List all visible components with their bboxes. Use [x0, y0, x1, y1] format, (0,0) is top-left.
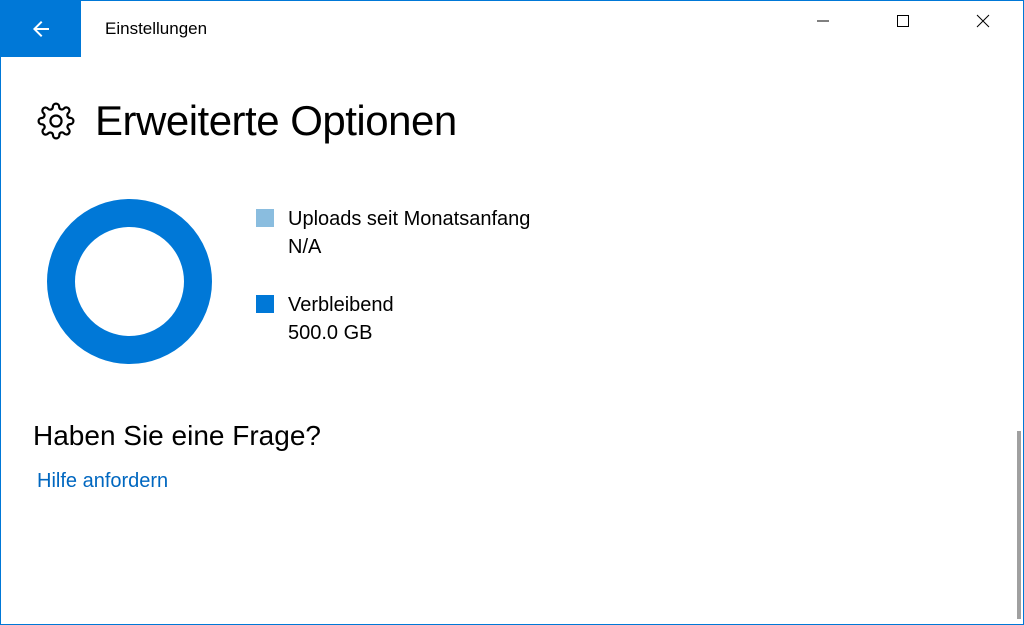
close-button[interactable]: [943, 1, 1023, 41]
maximize-button[interactable]: [863, 1, 943, 41]
minimize-icon: [816, 14, 830, 28]
help-link[interactable]: Hilfe anfordern: [37, 470, 987, 493]
help-heading: Haben Sie eine Frage?: [33, 420, 987, 452]
usage-section: Uploads seit Monatsanfang N/A Verbleiben…: [47, 199, 987, 364]
window-title: Einstellungen: [105, 19, 207, 39]
swatch-remaining: [256, 295, 274, 313]
window-controls: [783, 1, 1023, 41]
uploads-label: Uploads seit Monatsanfang: [288, 205, 530, 233]
content-area: Erweiterte Optionen Uploads seit Monatsa…: [1, 57, 1023, 493]
maximize-icon: [896, 14, 910, 28]
remaining-value: 500.0 GB: [288, 319, 394, 347]
legend-item-remaining: Verbleibend 500.0 GB: [256, 291, 530, 347]
usage-donut-chart: [47, 199, 212, 364]
minimize-button[interactable]: [783, 1, 863, 41]
remaining-label: Verbleibend: [288, 291, 394, 319]
legend-item-uploads: Uploads seit Monatsanfang N/A: [256, 205, 530, 261]
usage-legend: Uploads seit Monatsanfang N/A Verbleiben…: [256, 199, 530, 347]
close-icon: [976, 14, 990, 28]
uploads-value: N/A: [288, 233, 530, 261]
legend-text-uploads: Uploads seit Monatsanfang N/A: [288, 205, 530, 261]
arrow-left-icon: [29, 17, 53, 41]
page-title: Erweiterte Optionen: [95, 97, 457, 145]
scrollbar[interactable]: [1017, 431, 1021, 619]
back-button[interactable]: [1, 1, 81, 57]
swatch-uploads: [256, 209, 274, 227]
gear-icon: [37, 102, 75, 140]
page-header: Erweiterte Optionen: [37, 97, 987, 145]
titlebar: Einstellungen: [1, 1, 1023, 57]
legend-text-remaining: Verbleibend 500.0 GB: [288, 291, 394, 347]
